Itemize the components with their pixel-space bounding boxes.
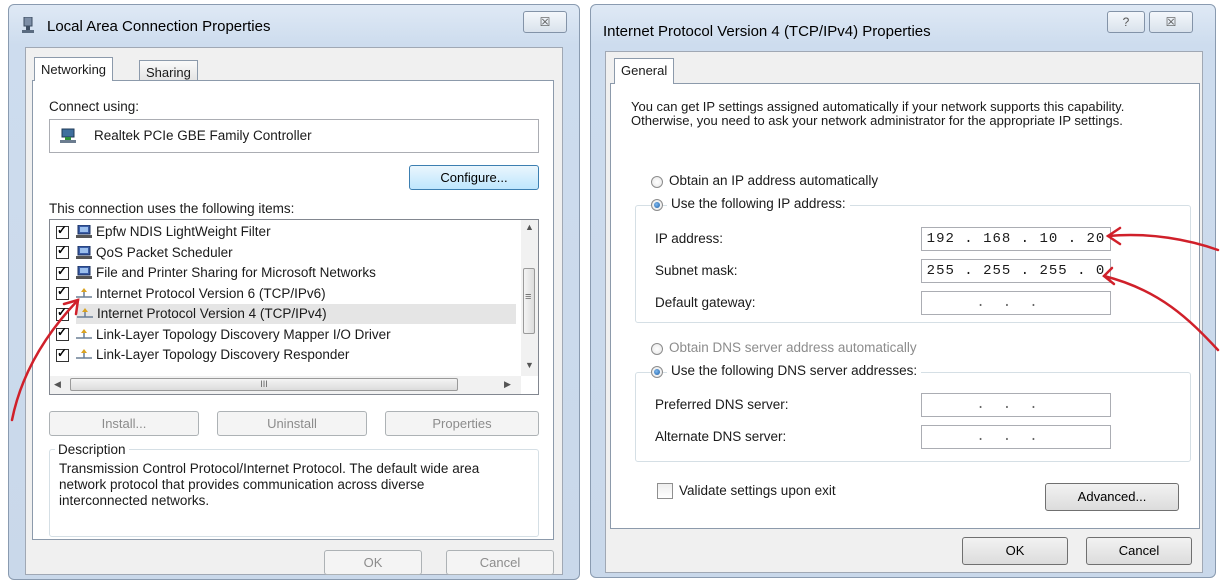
tab-networking[interactable]: Networking [34, 57, 114, 81]
annotation-arrow-ip-address [1106, 233, 1220, 252]
annotation-overlay [10, 226, 1220, 422]
annotation-arrow-ipv4-item [10, 298, 80, 422]
annotation-arrow-head [1102, 266, 1116, 286]
annotation-arrow-subnet-mask [1102, 274, 1220, 352]
tab-general[interactable]: General [614, 58, 675, 84]
